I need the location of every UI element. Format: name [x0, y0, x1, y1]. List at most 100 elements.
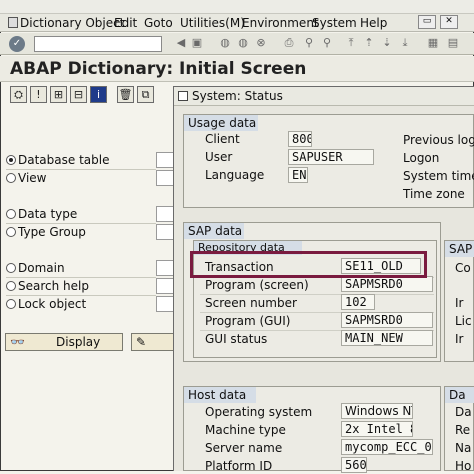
change-button[interactable]: ✎ — [131, 333, 175, 351]
find-icon[interactable]: ⚲ — [302, 36, 316, 50]
delete-icon[interactable]: 🗑 — [117, 86, 134, 103]
database-side-title: Da — [445, 387, 474, 403]
radio-icon[interactable] — [6, 227, 16, 237]
glasses-icon: 👓 — [10, 335, 25, 349]
where-used-icon[interactable]: ⊟ — [70, 86, 87, 103]
machine-type-value: 2x Intel 8 — [341, 421, 413, 437]
view-field[interactable] — [156, 170, 174, 186]
layout-icon[interactable]: ▦ — [426, 36, 440, 50]
option-type-group[interactable]: Type Group — [6, 225, 86, 241]
check-object-icon[interactable]: ! — [30, 86, 47, 103]
option-lock-object[interactable]: Lock object — [6, 297, 86, 313]
program-screen-value: SAPMSRD0 — [341, 276, 433, 292]
client-value: 800 — [288, 131, 312, 147]
exit-icon[interactable]: ◍ — [236, 36, 250, 50]
menu-edit[interactable]: Edit — [114, 16, 137, 30]
prev-page-icon[interactable]: ⇡ — [362, 36, 376, 50]
window-close-icon[interactable]: ✕ — [440, 15, 458, 29]
last-page-icon[interactable]: ⤓ — [398, 36, 412, 50]
display-button[interactable]: 👓 Display — [5, 333, 123, 351]
radio-icon[interactable] — [6, 263, 16, 273]
command-field[interactable] — [34, 36, 162, 52]
sap-side-label: Ir — [455, 296, 464, 310]
menu-environment[interactable]: Environment — [242, 16, 319, 30]
database-side-label: Re — [455, 423, 471, 437]
menu-help[interactable]: Help — [360, 16, 387, 30]
hierarchy-icon[interactable]: ⊞ — [50, 86, 67, 103]
gui-status-value: MAIN_NEW — [341, 330, 433, 346]
usage-data-title: Usage data — [184, 115, 258, 131]
back-nav-icon[interactable]: ◍ — [218, 36, 232, 50]
radio-selected-icon[interactable] — [6, 155, 16, 165]
machine-type-label: Machine type — [205, 423, 286, 437]
sap-data-title: SAP data — [184, 223, 244, 239]
database-side-label: Na — [455, 441, 472, 455]
radio-icon[interactable] — [6, 299, 16, 309]
sap-side-label: Lic — [455, 314, 472, 328]
host-data-title: Host data — [184, 387, 256, 403]
user-value: SAPUSER — [288, 149, 374, 165]
domain-field[interactable] — [156, 260, 174, 276]
option-search-help[interactable]: Search help — [6, 279, 89, 295]
sap-side-label: Co — [455, 261, 471, 275]
first-page-icon[interactable]: ⤒ — [344, 36, 358, 50]
save-icon[interactable]: ▣ — [190, 36, 204, 50]
option-data-type[interactable]: Data type — [6, 207, 77, 223]
platform-id-label: Platform ID — [205, 459, 273, 473]
program-gui-label: Program (GUI) — [205, 314, 291, 328]
server-name-value: mycomp_ECC_00 — [341, 439, 433, 455]
transaction-highlight-box — [190, 251, 427, 278]
cancel-icon[interactable]: ⊗ — [254, 36, 268, 50]
language-label: Language — [205, 168, 265, 182]
time-zone-label: Time zone — [403, 187, 465, 201]
client-label: Client — [205, 132, 240, 146]
option-database-table[interactable]: Database table — [6, 153, 109, 169]
gui-status-label: GUI status — [205, 332, 268, 346]
lock-object-field[interactable] — [156, 296, 174, 312]
operating-system-value: Windows NT — [341, 403, 413, 419]
check-icon[interactable]: ✓ — [9, 36, 25, 52]
menu-dictionary-object[interactable]: Dictionary Object — [20, 16, 124, 30]
previous-logon-label: Previous logon — [403, 133, 474, 147]
window-minimize-icon[interactable]: ▭ — [418, 15, 436, 29]
option-domain[interactable]: Domain — [6, 261, 65, 277]
dialog-title-bar: System: Status — [174, 87, 474, 106]
info-icon[interactable]: i — [90, 86, 107, 103]
radio-icon[interactable] — [6, 281, 16, 291]
divider — [6, 169, 156, 170]
divider — [6, 295, 156, 296]
next-page-icon[interactable]: ⇣ — [380, 36, 394, 50]
menu-goto[interactable]: Goto — [144, 16, 173, 30]
menu-system[interactable]: System — [312, 16, 357, 30]
dialog-title: System: Status — [192, 89, 283, 103]
menu-utilities[interactable]: Utilities(M) — [180, 16, 245, 30]
type-group-field[interactable] — [156, 224, 174, 240]
screen-number-label: Screen number — [205, 296, 297, 310]
window-top-strip — [0, 0, 474, 14]
print-icon[interactable]: ⎙ — [282, 36, 296, 50]
pencil-icon: ✎ — [136, 335, 147, 349]
data-type-field[interactable] — [156, 206, 174, 222]
screen-number-value: 102 — [341, 294, 375, 310]
system-menu-icon[interactable] — [8, 17, 18, 28]
radio-icon[interactable] — [6, 173, 16, 183]
back-icon[interactable]: ◀ — [174, 36, 188, 50]
window-icon[interactable]: ▤ — [446, 36, 460, 50]
copy-icon[interactable]: ⧉ — [137, 86, 154, 103]
database-side-label: Da — [455, 405, 472, 419]
radio-icon[interactable] — [6, 209, 16, 219]
sap-side-title: SAP — [445, 241, 474, 257]
search-help-field[interactable] — [156, 278, 174, 294]
dialog-system-icon[interactable] — [178, 91, 188, 101]
find-next-icon[interactable]: ⚲ — [320, 36, 334, 50]
application-toolbar: ⛭ ! ⊞ ⊟ i 🗑 ⧉ — [0, 84, 180, 106]
program-gui-value: SAPMSRD0 — [341, 312, 433, 328]
logon-label: Logon — [403, 151, 440, 165]
option-view[interactable]: View — [6, 171, 46, 187]
database-table-field[interactable] — [156, 152, 174, 168]
divider — [6, 277, 156, 278]
other-object-icon[interactable]: ⛭ — [10, 86, 27, 103]
page-title: ABAP Dictionary: Initial Screen — [10, 59, 307, 79]
system-time-label: System time — [403, 169, 474, 183]
menu-bar: Dictionary Object Edit Goto Utilities(M)… — [0, 14, 474, 32]
